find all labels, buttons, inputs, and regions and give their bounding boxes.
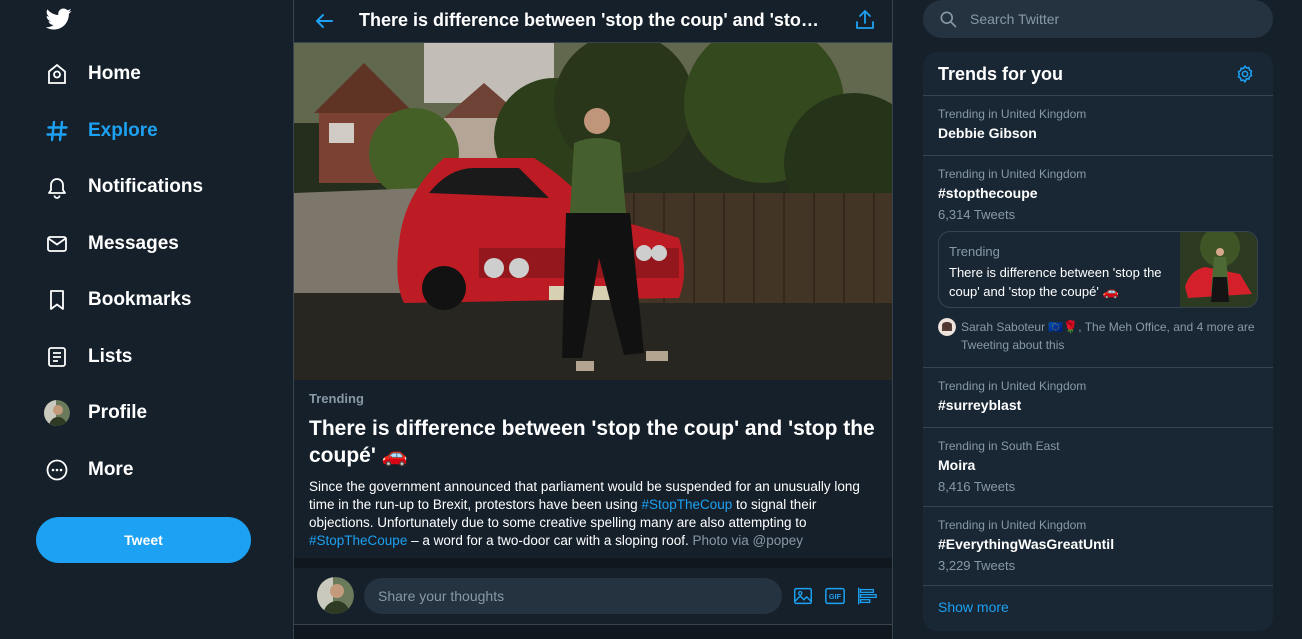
show-more-link[interactable]: Show more [938, 599, 1009, 615]
bell-icon [44, 174, 70, 200]
trend-item[interactable]: Trending in United Kingdom #surreyblast [923, 368, 1273, 428]
story-kicker: Trending [309, 391, 364, 406]
nav-bookmarks[interactable]: Bookmarks [44, 280, 192, 320]
user-avatar[interactable] [317, 577, 354, 614]
trend-item[interactable]: Trending in United Kingdom Debbie Gibson [923, 96, 1273, 156]
more-circle-icon [44, 457, 70, 483]
tweeting-about: Sarah Saboteur 🇪🇺🌹, The Meh Office, and … [938, 318, 1258, 354]
trend-context: Trending in South East [938, 439, 1060, 453]
left-sidebar: Home Explore Notifications Messages Book [0, 0, 293, 639]
home-icon [44, 61, 70, 87]
trend-context: Trending in United Kingdom [938, 167, 1087, 181]
trend-count: 3,229 Tweets [938, 558, 1016, 573]
nav-profile[interactable]: Profile [44, 393, 147, 433]
hero-photo [294, 43, 892, 380]
trends-panel: Trends for you Trending in United Kingdo… [923, 52, 1273, 631]
trend-name: Moira [938, 457, 976, 473]
nav-explore[interactable]: Explore [44, 111, 158, 151]
nav-lists-label: Lists [88, 346, 133, 367]
nav-more[interactable]: More [44, 450, 133, 490]
trending-story: Trending There is difference between 'st… [309, 391, 881, 550]
poll-icon[interactable] [856, 585, 878, 607]
card-text: There is difference between 'stop the co… [949, 265, 1162, 299]
trend-name: #stopthecoupe [938, 185, 1038, 201]
hashtag-icon [44, 118, 70, 144]
page-title: There is difference between 'stop the co… [359, 10, 829, 30]
tweeting-text: Sarah Saboteur 🇪🇺🌹, The Meh Office, and … [961, 320, 1255, 352]
trend-context: Trending in United Kingdom [938, 379, 1087, 393]
nav-explore-label: Explore [88, 120, 158, 141]
section-divider [294, 558, 892, 568]
trend-item[interactable]: Trending in United Kingdom #EverythingWa… [923, 507, 1273, 586]
envelope-icon [44, 231, 70, 257]
feed-bottom-edge [294, 624, 892, 639]
nav-profile-label: Profile [88, 402, 148, 423]
trends-title: Trends for you [938, 64, 1064, 84]
header-bar: There is difference between 'stop the co… [294, 0, 892, 43]
nav-home[interactable]: Home [44, 54, 141, 94]
trend-count: 6,314 Tweets [938, 207, 1016, 222]
trend-name: #surreyblast [938, 397, 1022, 413]
nav-bookmarks-label: Bookmarks [88, 289, 192, 310]
card-thumbnail [1180, 232, 1257, 307]
nav-messages-label: Messages [88, 233, 179, 254]
nav-more-label: More [88, 459, 134, 480]
photo-credit: Photo via @popey [692, 533, 803, 548]
trend-name: Debbie Gibson [938, 125, 1037, 141]
profile-avatar [44, 400, 70, 426]
nav-messages[interactable]: Messages [44, 224, 179, 264]
twitter-explore-page: Home Explore Notifications Messages Book [0, 0, 1302, 639]
share-icon[interactable] [853, 8, 877, 32]
back-arrow-icon[interactable] [312, 9, 336, 33]
nav-notifications-label: Notifications [88, 176, 204, 197]
list-icon [44, 344, 70, 370]
card-kicker: Trending [949, 244, 1000, 259]
hashtag-link-stopthecoup[interactable]: #StopTheCoup [641, 497, 732, 512]
trend-item[interactable]: Trending in South East Moira 8,416 Tweet… [923, 428, 1273, 507]
nav-notifications[interactable]: Notifications [44, 167, 203, 207]
trends-header: Trends for you [923, 52, 1273, 96]
trend-count: 8,416 Tweets [938, 479, 1016, 494]
story-title: There is difference between 'stop the co… [309, 417, 875, 467]
search-box[interactable] [923, 0, 1273, 38]
gear-icon[interactable] [1235, 64, 1255, 84]
participant-avatar [938, 318, 956, 336]
nav-lists[interactable]: Lists [44, 337, 132, 377]
nav-home-label: Home [88, 63, 141, 84]
trend-item[interactable]: Trending in United Kingdom #stopthecoupe… [923, 156, 1273, 368]
twitter-logo-icon[interactable] [45, 6, 73, 32]
search-input[interactable] [970, 11, 1250, 27]
story-body: Since the government announced that parl… [309, 478, 881, 550]
story-body-text-3: – a word for a two-door car with a slopi… [407, 533, 693, 548]
svg-text:GIF: GIF [829, 592, 842, 601]
bookmark-icon [44, 287, 70, 313]
trend-context: Trending in United Kingdom [938, 107, 1087, 121]
trend-context: Trending in United Kingdom [938, 518, 1087, 532]
trend-story-card[interactable]: Trending There is difference between 'st… [938, 231, 1258, 308]
trend-name: #EverythingWasGreatUntil [938, 536, 1115, 552]
hashtag-link-stopthecoupe[interactable]: #StopTheCoupe [309, 533, 407, 548]
image-icon[interactable] [792, 585, 814, 607]
share-thoughts-input[interactable] [364, 578, 782, 614]
compose-bar: GIF [294, 568, 892, 624]
gif-icon[interactable]: GIF [824, 585, 846, 607]
main-column: There is difference between 'stop the co… [293, 0, 893, 639]
search-icon [940, 11, 957, 28]
tweet-button[interactable]: Tweet [36, 517, 251, 563]
